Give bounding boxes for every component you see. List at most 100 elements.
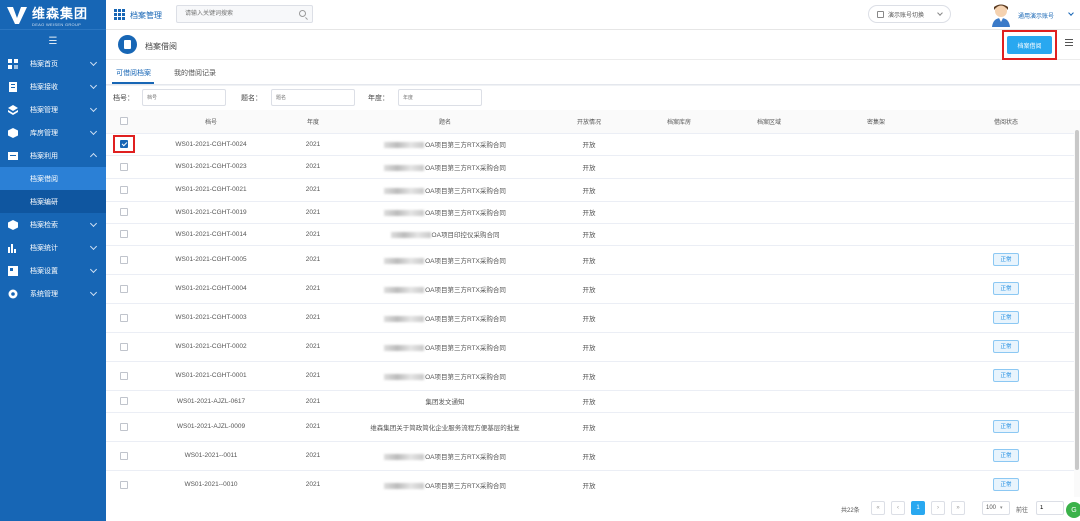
cell-year: 2021 [280, 245, 346, 275]
row-checkbox[interactable] [120, 480, 128, 489]
sidebar-item[interactable]: 档案利用 [0, 144, 106, 167]
cell-title: OA项目第三方RTX采购合同 [346, 332, 544, 362]
table-row[interactable]: WS01-2021-AJZL-0009 2021 维森集团关于简政简化企业服务流程方… [106, 412, 1074, 442]
sidebar-subitem[interactable]: 档案编研 [0, 190, 106, 213]
cell-shelf [814, 470, 938, 497]
cell-open: 开放 [544, 223, 634, 246]
row-checkbox[interactable] [120, 162, 128, 171]
row-checkbox[interactable] [120, 208, 128, 216]
sidebar-item[interactable]: 档案接收 [0, 75, 106, 98]
table-row[interactable]: WS01-2021-CGHT-0005 2021 OA项目第三方RTX采购合同 开放 正… [106, 245, 1074, 275]
column-header[interactable]: 密集架 [814, 110, 938, 134]
page-button-current[interactable]: 1 [911, 501, 925, 515]
table-row[interactable]: WS01-2021-CGHT-0019 2021 OA项目第三方RTX采购合同 开放 [106, 201, 1074, 224]
row-checkbox[interactable] [120, 313, 128, 322]
row-checkbox[interactable] [120, 230, 128, 238]
row-checkbox[interactable] [120, 397, 128, 405]
row-checkbox[interactable] [120, 371, 128, 380]
column-header[interactable]: 档案库房 [634, 110, 724, 134]
row-checkbox[interactable] [120, 140, 128, 148]
filter-year-input[interactable] [398, 89, 482, 106]
tab-borrowable-archives[interactable]: 可借阅档案 [116, 68, 151, 78]
table-row[interactable]: WS01-2021-AJZL-0617 2021 集团发文通知 开放 [106, 390, 1074, 413]
cell-open: 开放 [544, 155, 634, 179]
row-checkbox[interactable] [120, 451, 128, 460]
last-page-button[interactable]: » [951, 501, 965, 515]
search-icon[interactable] [299, 10, 306, 17]
table-row[interactable]: WS01-2021-CGHT-0002 2021 OA项目第三方RTX采购合同 开放 正… [106, 332, 1074, 362]
sidebar-item[interactable]: 档案管理 [0, 98, 106, 121]
table-row[interactable]: WS01-2021-CGHT-0003 2021 OA项目第三方RTX采购合同 开放 正… [106, 303, 1074, 333]
filter-code-input[interactable] [142, 89, 226, 106]
status-badge: 正常 [993, 449, 1019, 462]
row-checkbox[interactable] [120, 284, 128, 293]
row-checkbox[interactable] [120, 255, 128, 264]
sidebar-item[interactable]: 档案检索 [0, 213, 106, 236]
table-row[interactable]: WS01-2021-CGHT-0004 2021 OA项目第三方RTX采购合同 开放 正… [106, 274, 1074, 304]
title-text: OA项目第三方RTX采购合同 [425, 344, 506, 352]
row-checkbox[interactable] [120, 185, 128, 194]
chevron-down-icon [89, 81, 98, 90]
gear-icon [8, 289, 18, 299]
table-row[interactable]: WS01-2021--0010 2021 OA项目第三方RTX采购合同 开放 正常 [106, 470, 1074, 497]
table-row[interactable]: WS01-2021-CGHT-0024 2021 OA项目第三方RTX采购合同 开放 [106, 133, 1074, 156]
cell-year: 2021 [280, 201, 346, 224]
row-checkbox[interactable] [120, 422, 128, 431]
goto-page-input[interactable] [1036, 501, 1064, 515]
page-size-select[interactable]: 100 ▾ [982, 501, 1010, 515]
title-text: OA项目第三方RTX采购合同 [425, 373, 506, 381]
column-header[interactable]: 开放情况 [544, 110, 634, 134]
pagination: 共22条 « ‹ 1 › » 100 ▾ 前往 [106, 497, 1080, 521]
table-row[interactable]: WS01-2021-CGHT-0001 2021 OA项目第三方RTX采购合同 开放 正… [106, 361, 1074, 391]
avatar[interactable] [991, 3, 1011, 27]
list-view-icon[interactable] [1063, 39, 1073, 49]
sidebar-item[interactable]: 档案统计 [0, 236, 106, 259]
column-header[interactable]: 题名 [346, 110, 544, 134]
cell-area [724, 470, 814, 497]
sidebar-item[interactable]: 系统管理 [0, 282, 106, 305]
cell-title: 集团发文通知 [346, 390, 544, 413]
borrow-button[interactable]: 档案借阅 [1007, 36, 1052, 54]
global-search [176, 5, 313, 23]
filter-label-code: 档号： [113, 95, 134, 102]
table-row[interactable]: WS01-2021-CGHT-0021 2021 OA项目第三方RTX采购合同 开放 [106, 178, 1074, 202]
sidebar-item[interactable]: 档案设置 [0, 259, 106, 282]
user-name[interactable]: 通用演示账号 [1018, 11, 1054, 20]
collapse-menu-icon[interactable]: ☰ [0, 30, 106, 52]
table-row[interactable]: WS01-2021--0011 2021 OA项目第三方RTX采购合同 开放 正常 [106, 441, 1074, 471]
user-chevron-down-icon[interactable] [1068, 10, 1074, 16]
cell-storeroom [634, 332, 724, 362]
sidebar-item[interactable]: 库房管理 [0, 121, 106, 144]
search-input[interactable] [177, 6, 287, 22]
column-header[interactable]: 年度 [280, 110, 346, 134]
account-switch-dropdown[interactable]: 演示账号切换 [868, 5, 951, 23]
filter-title-input[interactable] [271, 89, 355, 106]
chevron-down-icon [89, 219, 98, 228]
table-row[interactable]: WS01-2021-CGHT-0014 2021 OA项目印控仪采购合同 开放 [106, 223, 1074, 246]
cell-title: 维森集团关于简政简化企业服务流程方便基层的批复 [346, 412, 544, 442]
column-header[interactable]: 档号 [142, 110, 280, 134]
cell-shelf [814, 274, 938, 304]
cell-area [724, 155, 814, 179]
sidebar-item[interactable]: 档案首页 [0, 52, 106, 75]
next-page-button[interactable]: › [931, 501, 945, 515]
prev-page-button[interactable]: ‹ [891, 501, 905, 515]
float-help-icon[interactable]: G [1066, 502, 1080, 518]
row-checkbox[interactable] [120, 342, 128, 351]
column-header[interactable]: 借阅状态 [938, 110, 1074, 134]
filter-label-title: 题名： [241, 95, 262, 102]
column-header[interactable]: 档案区域 [724, 110, 814, 134]
table-row[interactable]: WS01-2021-CGHT-0023 2021 OA项目第三方RTX采购合同 开放 [106, 155, 1074, 179]
top-title[interactable]: 档案管理 [130, 10, 162, 21]
first-page-button[interactable]: « [871, 501, 885, 515]
redacted-text [384, 453, 425, 460]
select-all-checkbox[interactable] [120, 117, 128, 126]
tab-my-borrow-records[interactable]: 我的借阅记录 [174, 68, 216, 78]
table-scrollbar-thumb[interactable] [1075, 130, 1079, 470]
table-header-row: 档号 年度 题名 开放情况 档案库房 档案区域 密集架 借阅状态 [106, 110, 1074, 134]
apps-grid-icon[interactable] [114, 9, 125, 20]
sidebar-subitem[interactable]: 档案借阅 [0, 167, 106, 190]
settings-icon [8, 265, 18, 276]
cell-code: WS01-2021-CGHT-0001 [142, 361, 280, 391]
title-text: 集团发文通知 [425, 399, 465, 406]
